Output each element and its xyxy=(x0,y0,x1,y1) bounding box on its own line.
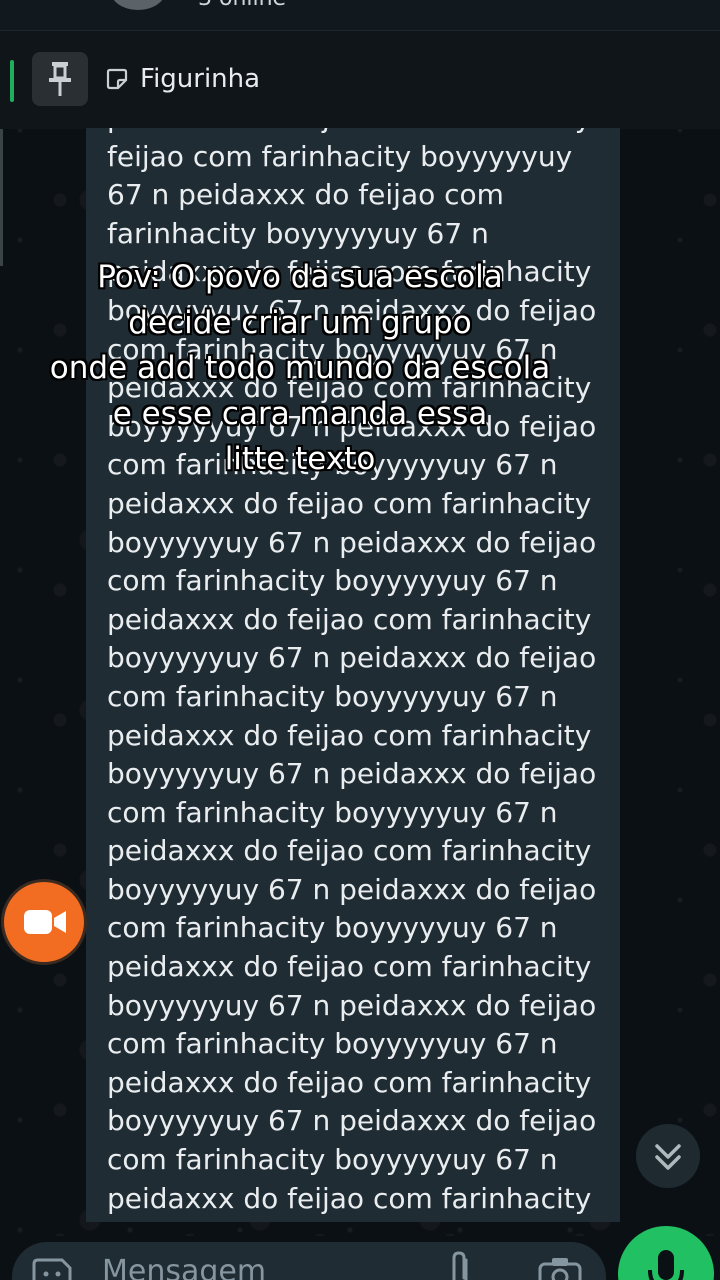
group-avatar[interactable] xyxy=(110,0,166,10)
message-line: peidaxxx do feijao com farinhacity xyxy=(107,950,592,984)
message-line: com farinhacity boyyyyyuy 67 n xyxy=(107,1143,558,1177)
message-line: boyyyyyuy 67 n peidaxxx do feijao xyxy=(107,988,597,1022)
message-line: boyyyyyuy 67 n peidaxxx do feijao xyxy=(107,757,597,791)
message-line: boyyyyyuy 67 n peidaxxx do feijao xyxy=(107,872,597,906)
double-chevron-down-icon xyxy=(655,1144,681,1170)
message-line: farinhacity boyyyyyuy 67 n xyxy=(107,216,489,250)
caption-line: Pov: O povo da sua escola xyxy=(97,259,503,295)
message-line: feijao com farinhacity boyyyyyuy xyxy=(107,139,573,173)
message-line: peidaxxx do feijao com farinhacity xyxy=(107,486,592,520)
chat-screen: 3 online Figurinha peidaxxx do feijao co… xyxy=(0,0,720,1280)
message-line: boyyyyyuy 67 n peidaxxx do feijao xyxy=(107,1104,597,1138)
video-camera-icon xyxy=(24,910,66,934)
caption-line: onde add todo mundo da escola xyxy=(49,350,551,386)
message-line: com farinhacity boyyyyyuy 67 n xyxy=(107,911,558,945)
voice-message-button[interactable] xyxy=(618,1226,714,1280)
message-line: peidaxxx do feijao com farinhacity xyxy=(107,718,592,752)
message-line: peidaxxx do feijao com farinhacity xyxy=(107,128,607,138)
caption-line: e esse cara manda essa xyxy=(112,395,488,432)
message-line: com farinhacity boyyyyyuy 67 n xyxy=(107,564,558,598)
message-line: boyyyyyuy 67 n peidaxxx do feijao xyxy=(107,525,597,559)
pinned-label: Figurinha xyxy=(140,64,261,94)
scroll-to-bottom-button[interactable] xyxy=(636,1124,700,1188)
chat-header[interactable]: 3 online xyxy=(0,0,720,30)
video-caption-overlay: Pov: O povo da sua escola decide criar um… xyxy=(0,255,600,483)
message-line: com farinhacity boyyyyyuy 67 n xyxy=(107,679,558,713)
microphone-icon xyxy=(648,1250,684,1280)
message-line: com farinhacity boyyyyyuy 67 n xyxy=(107,795,558,829)
camera-icon[interactable] xyxy=(536,1252,584,1280)
message-line: peidaxxx do feijao com farinhacity xyxy=(107,602,592,636)
message-line: peidaxxx do feijao com farinhacity xyxy=(107,1181,592,1215)
message-line: 67 n peidaxxx do feijao com xyxy=(107,178,504,212)
online-status: 3 online xyxy=(198,0,286,11)
caption-line: decide criar um grupo xyxy=(128,304,472,341)
sticker-face-icon[interactable] xyxy=(30,1254,74,1280)
paperclip-icon[interactable] xyxy=(444,1250,478,1280)
message-line: com farinhacity boyyyyyuy 67 n xyxy=(107,1027,558,1061)
message-line: peidaxxx do feijao com farinhacity xyxy=(107,1065,592,1099)
message-line: peidaxxx do feijao com farinhacity xyxy=(107,834,592,868)
pin-button[interactable] xyxy=(32,52,88,106)
pinned-indicator xyxy=(10,60,14,102)
caption-line: litte texto xyxy=(224,441,376,477)
sticker-icon xyxy=(106,68,128,90)
message-input-placeholder: Mensagem xyxy=(102,1254,267,1280)
message-line: boyyyyyuy 67 n peidaxxx do feijao xyxy=(107,1218,607,1222)
video-call-button[interactable] xyxy=(4,882,84,962)
message-line: boyyyyyuy 67 n peidaxxx do feijao xyxy=(107,641,597,675)
pin-icon xyxy=(49,62,71,96)
